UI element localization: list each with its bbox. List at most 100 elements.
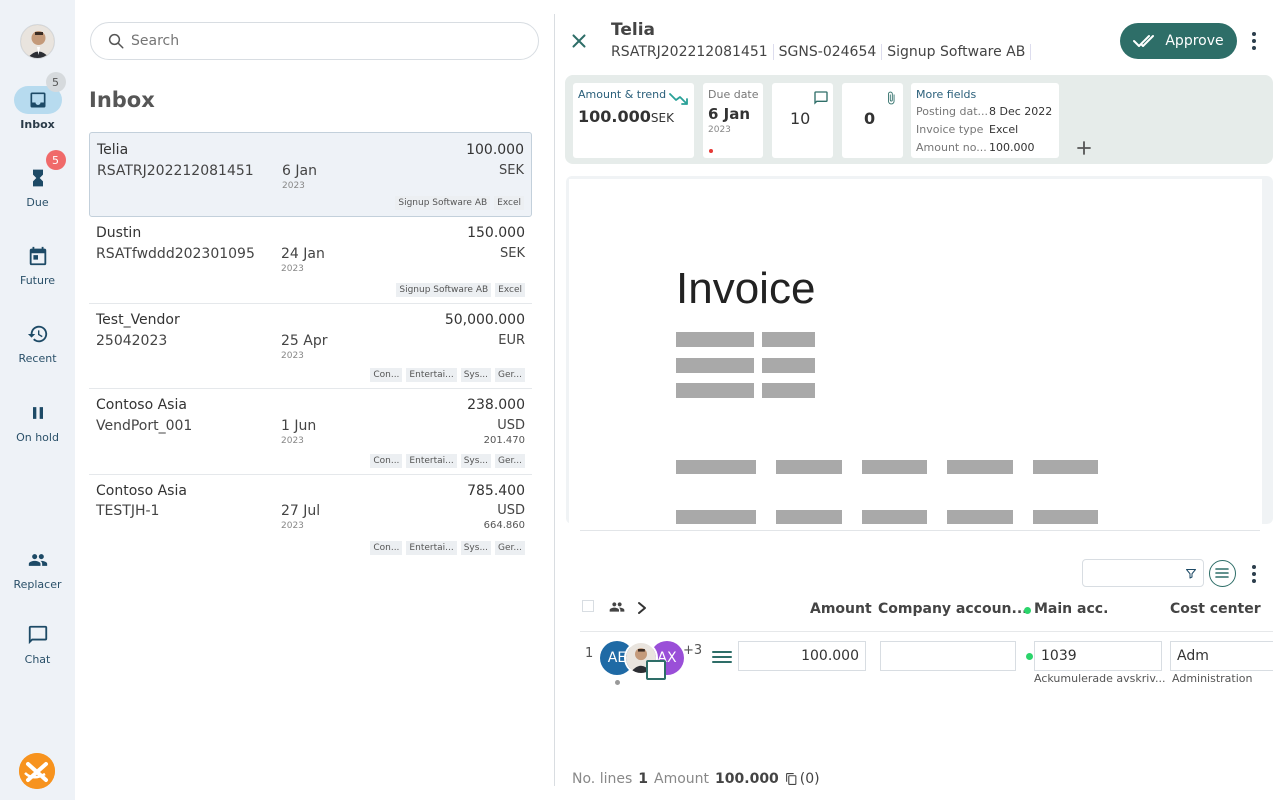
more-assignees-count[interactable]: +3: [683, 643, 702, 658]
attachments-card[interactable]: 0: [842, 83, 903, 158]
row-vendor: Contoso Asia: [96, 397, 187, 413]
approve-button[interactable]: Approve: [1120, 23, 1237, 59]
row-tags: Con... Entertai... Sys... Ger...: [370, 368, 525, 382]
search-box[interactable]: [90, 22, 539, 60]
document-title: Invoice: [676, 264, 816, 313]
voucher-number: SGNS-024654: [779, 44, 883, 60]
sidebar-item-due[interactable]: 5 Due: [0, 150, 75, 209]
column-header-cost-center[interactable]: Cost center: [1170, 601, 1261, 617]
row-reference: RSATRJ202212081451: [97, 163, 254, 179]
column-header-main-account[interactable]: Main acc.: [1034, 601, 1108, 617]
row-tag: Sys...: [460, 541, 492, 555]
invoice-row[interactable]: Telia RSATRJ202212081451 6 Jan 2023 100.…: [89, 132, 532, 217]
chat-icon: [28, 625, 47, 645]
row-tag: Signup Software AB: [396, 283, 492, 297]
sidebar-item-label: Replacer: [13, 578, 62, 591]
column-header-amount[interactable]: Amount: [810, 601, 872, 617]
invoice-row[interactable]: Dustin RSATfwddd202301095 24 Jan 2023 15…: [89, 217, 532, 304]
expand-columns-button[interactable]: [636, 600, 648, 619]
row-tag: Entertai...: [406, 541, 457, 555]
copy-lines-button[interactable]: (0): [785, 771, 820, 787]
sidebar-item-replacer[interactable]: Replacer: [0, 546, 75, 591]
overdue-indicator-dot: [709, 149, 713, 153]
close-button[interactable]: [568, 30, 590, 52]
field-key: Amount no...: [916, 141, 987, 154]
redacted-text-block: [947, 510, 1013, 524]
redacted-text-block: [862, 460, 927, 474]
pane-divider[interactable]: [554, 14, 555, 786]
redacted-text-block: [776, 460, 842, 474]
copy-icon: [785, 773, 797, 785]
row-date: 6 Jan: [282, 163, 317, 179]
page-title: Inbox: [89, 88, 155, 112]
document-preview[interactable]: Invoice: [566, 176, 1273, 524]
company-name: Signup Software AB: [887, 44, 1032, 60]
redacted-text-block: [676, 383, 754, 398]
main-account-description: Ackumulerade avskriv...: [1034, 672, 1166, 685]
redacted-text-block: [762, 358, 815, 373]
company-account-field[interactable]: [880, 641, 1016, 671]
more-field-row: Amount no... 100.000: [916, 141, 1035, 154]
due-date-card[interactable]: Due date 6 Jan 2023: [703, 83, 763, 158]
row-year: 2023: [281, 351, 304, 361]
sidebar-item-recent[interactable]: Recent: [0, 320, 75, 365]
line-number: 1: [585, 646, 594, 661]
sidebar-item-label: Recent: [18, 352, 57, 365]
select-all-checkbox[interactable]: [582, 600, 594, 612]
status-dot: [1026, 653, 1033, 660]
field-key: Invoice type: [916, 123, 984, 136]
redacted-text-block: [676, 332, 754, 347]
column-header-company-account[interactable]: Company accoun...: [878, 601, 1027, 617]
sidebar-item-chat[interactable]: Chat: [0, 621, 75, 666]
app-logo[interactable]: [19, 753, 55, 789]
row-tag: Entertai...: [406, 368, 457, 382]
invoice-row[interactable]: Contoso Asia TESTJH-1 27 Jul 2023 785.40…: [89, 475, 532, 561]
row-converted-amount: 664.860: [483, 520, 525, 531]
card-amount: 100.000SEK: [578, 107, 674, 126]
grid-filter-input[interactable]: [1082, 559, 1204, 587]
amount-value: 100.000: [578, 107, 651, 126]
invoice-row[interactable]: Contoso Asia VendPort_001 1 Jun 2023 238…: [89, 389, 532, 475]
row-currency: SEK: [500, 246, 525, 261]
kebab-menu-icon: [1252, 32, 1256, 50]
row-amount: 50,000.000: [444, 312, 525, 328]
row-tag: Con...: [370, 454, 403, 468]
add-card-button[interactable]: [1075, 139, 1093, 157]
row-date: 1 Jun: [281, 418, 317, 434]
row-year: 2023: [281, 521, 304, 531]
invoice-row[interactable]: Test_Vendor 25042023 25 Apr 2023 50,000.…: [89, 304, 532, 389]
comments-card[interactable]: 10: [772, 83, 833, 158]
cost-center-field[interactable]: [1170, 641, 1273, 671]
calendar-icon: [29, 246, 46, 266]
amount-field[interactable]: [738, 641, 866, 671]
line-menu-button[interactable]: [712, 649, 732, 669]
double-check-icon: [1133, 35, 1155, 47]
sidebar-item-future[interactable]: Future: [0, 242, 75, 287]
sidebar-item-on-hold[interactable]: On hold: [0, 399, 75, 444]
nav-icon-wrap: [14, 242, 62, 270]
more-options-button[interactable]: [1246, 30, 1262, 52]
line-view-toggle-button[interactable]: [1209, 560, 1236, 587]
amount-trend-card[interactable]: Amount & trend 100.000SEK: [573, 83, 694, 158]
user-avatar[interactable]: [20, 24, 55, 59]
row-currency: SEK: [499, 163, 524, 178]
grid-more-options-button[interactable]: [1246, 563, 1262, 585]
sidebar-item-label: Due: [26, 196, 49, 209]
redacted-text-block: [1033, 510, 1098, 524]
search-input[interactable]: [131, 33, 511, 49]
lines-icon: [1215, 568, 1229, 578]
line-select-checkbox[interactable]: [646, 660, 666, 680]
main-account-field[interactable]: [1034, 641, 1162, 671]
row-amount: 238.000: [467, 397, 525, 413]
row-tags: Signup Software AB Excel: [395, 196, 524, 210]
field-value: 8 Dec 2022: [989, 105, 1053, 118]
people-icon: [609, 602, 625, 612]
row-currency: EUR: [498, 333, 525, 348]
assignees-column-header[interactable]: [606, 599, 628, 619]
copies-count: (0): [799, 771, 820, 787]
sidebar-item-inbox[interactable]: 5 Inbox: [0, 72, 75, 131]
sidebar-item-label: Future: [19, 274, 56, 287]
more-fields-card[interactable]: More fields Posting dat... 8 Dec 2022 In…: [911, 83, 1059, 158]
row-vendor: Telia: [97, 142, 129, 158]
amount-currency: SEK: [650, 111, 674, 125]
